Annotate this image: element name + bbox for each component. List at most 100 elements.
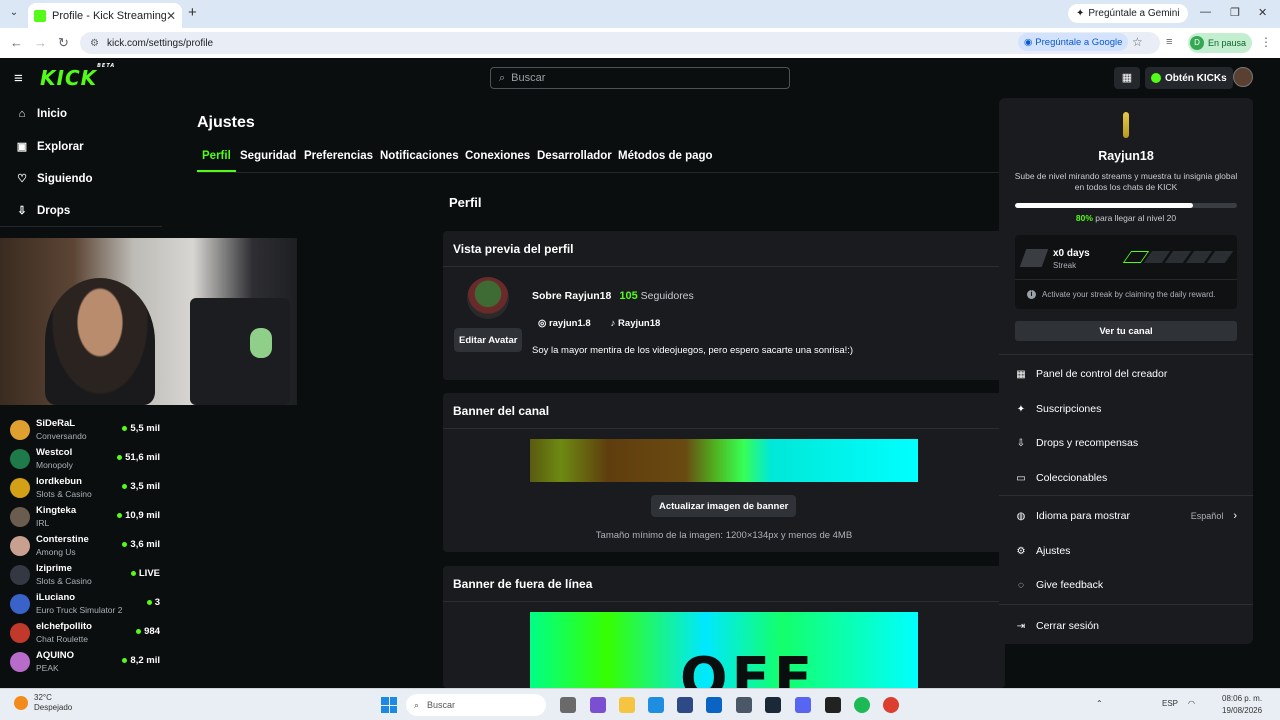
menu-item-feedback[interactable]: ◌ Give feedback — [1015, 579, 1237, 591]
spotify-icon[interactable] — [854, 697, 870, 713]
sidebar-item-label: Drops — [37, 204, 71, 217]
logo-text: KICK — [40, 66, 98, 90]
view-channel-button[interactable]: Ver tu canal — [1015, 321, 1237, 341]
steam-icon[interactable] — [765, 697, 781, 713]
snipping-tool-icon[interactable] — [736, 697, 752, 713]
start-menu-icon[interactable] — [381, 697, 397, 713]
taskbar-search-placeholder: Buscar — [427, 700, 456, 710]
get-kicks-button[interactable]: Obtén KICKs — [1145, 67, 1233, 89]
chrome-icon[interactable] — [883, 697, 899, 713]
browser-toolbar: ← → ↻ ⚙ kick.com/settings/profile ◉ Preg… — [0, 28, 1280, 58]
menu-item-drops[interactable]: ⇩ Drops y recompensas — [1015, 437, 1237, 449]
edge-icon[interactable] — [648, 697, 664, 713]
gemini-button[interactable]: ✦ Pregúntale a Gemini — [1068, 4, 1188, 23]
tab-seguridad[interactable]: Seguridad — [235, 150, 301, 172]
back-icon[interactable]: ← — [10, 35, 23, 50]
tray-overflow-icon[interactable]: ⌃ — [1096, 699, 1103, 708]
wifi-icon[interactable]: ◠ — [1188, 699, 1195, 708]
tab-preferencias[interactable]: Preferencias — [299, 150, 378, 172]
tab-notificaciones[interactable]: Notificaciones — [375, 150, 464, 172]
kick-logo[interactable]: KICKBETA — [40, 63, 115, 90]
hamburger-menu-icon[interactable]: ≡ — [14, 70, 23, 87]
sidebar-item-siguiendo[interactable]: ♡ Siguiendo — [16, 172, 93, 186]
sidebar-item-inicio[interactable]: ⌂ Inicio — [16, 108, 67, 120]
browser-menu-icon[interactable]: ⋮ — [1260, 35, 1272, 49]
media-control-icon[interactable]: ≡ — [1166, 36, 1172, 48]
home-icon: ⌂ — [18, 108, 26, 120]
tab-desarrollador[interactable]: Desarrollador — [532, 150, 617, 172]
recommended-channel[interactable]: AQUINO PEAK 8,2 mil — [10, 648, 160, 677]
channel-name: Conterstine — [36, 534, 89, 545]
streak-segments — [1122, 251, 1234, 263]
sidebar-item-drops[interactable]: ⇩ Drops — [16, 204, 71, 218]
menu-item-logout[interactable]: ⇥ Cerrar sesión — [1015, 620, 1237, 632]
new-tab-icon[interactable]: + — [188, 4, 197, 21]
creator-dashboard-icon[interactable]: ▦ — [1114, 67, 1140, 89]
browser-tab[interactable]: Profile - Kick Streaming ✕ — [28, 3, 182, 28]
profile-button[interactable]: D En pausa — [1188, 33, 1253, 53]
discord-icon[interactable] — [795, 697, 811, 713]
viewer-count: 8,2 mil — [122, 655, 160, 666]
reload-icon[interactable]: ↻ — [58, 35, 69, 51]
address-bar[interactable]: ⚙ kick.com/settings/profile — [80, 32, 1160, 54]
recommended-channel[interactable]: iLuciano Euro Truck Simulator 2 3 — [10, 590, 160, 619]
menu-item-collectibles[interactable]: ▭ Coleccionables — [1015, 472, 1237, 484]
update-banner-button[interactable]: Actualizar imagen de banner — [651, 495, 797, 517]
sidebar-item-explorar[interactable]: ▣ Explorar — [16, 140, 84, 154]
instagram-handle: rayjun1.8 — [548, 318, 591, 329]
menu-item-settings[interactable]: ⚙ Ajustes — [1015, 545, 1237, 557]
recommended-channel[interactable]: SiDeRaL Conversando 5,5 mil — [10, 416, 160, 445]
level-description: Sube de nivel mirando streams y muestra … — [1014, 171, 1238, 192]
search-input[interactable]: ⌕ Buscar — [490, 67, 790, 89]
tab-perfil[interactable]: Perfil — [197, 150, 236, 172]
user-avatar[interactable] — [1233, 67, 1253, 87]
taskbar-clock[interactable]: 08:06 p. m. 19/08/2026 — [1222, 693, 1262, 717]
channel-avatar — [10, 623, 30, 643]
close-tab-icon[interactable]: ✕ — [166, 9, 176, 23]
dropdown-divider — [999, 354, 1253, 355]
level-percent: 80% — [1075, 213, 1093, 223]
tiktok-link[interactable]: ♪ Rayjun18 — [611, 318, 661, 329]
task-view-icon[interactable] — [560, 697, 576, 713]
live-dot — [122, 426, 128, 431]
close-window-icon[interactable]: ✕ — [1258, 6, 1267, 19]
bookmark-star-icon[interactable]: ☆ — [1132, 35, 1143, 49]
menu-item-creator-dashboard[interactable]: ▦ Panel de control del creador — [1015, 368, 1237, 380]
edit-avatar-button[interactable]: Editar Avatar — [454, 328, 523, 352]
outlook-icon[interactable] — [706, 697, 722, 713]
obs-icon[interactable] — [825, 697, 841, 713]
streak-info: i Activate your streak by claiming the d… — [1027, 290, 1215, 299]
recommended-channel[interactable]: Kingteka IRL 10,9 mil — [10, 503, 160, 532]
channel-category: Euro Truck Simulator 2 — [36, 605, 123, 615]
sparkle-icon: ✦ — [1016, 403, 1026, 415]
recommended-channel[interactable]: elchefpollito Chat Roulette 984 — [10, 619, 160, 648]
instagram-link[interactable]: ◎ rayjun1.8 — [538, 318, 591, 329]
menu-item-language[interactable]: ◍ Idioma para mostrar Español › — [1015, 510, 1237, 522]
tab-conexiones[interactable]: Conexiones — [460, 150, 535, 172]
weather-widget[interactable]: 32°C Despejado — [14, 693, 72, 713]
recommended-channel[interactable]: Westcol Monopoly 51,6 mil — [10, 445, 160, 474]
card-heading: Vista previa del perfil — [443, 231, 1005, 267]
recommended-channel[interactable]: Iziprime Slots & Casino LIVE — [10, 561, 160, 590]
keyboard-language[interactable]: ESP — [1162, 699, 1178, 708]
sparkle-icon: ✦ — [1076, 8, 1085, 19]
file-explorer-icon[interactable] — [619, 697, 635, 713]
channel-category: Conversando — [36, 431, 87, 441]
minimize-icon[interactable]: — — [1200, 6, 1211, 18]
tab-search-icon[interactable]: ⌄ — [6, 5, 22, 21]
recommended-channel[interactable]: Conterstine Among Us 3,6 mil — [10, 532, 160, 561]
menu-item-subscriptions[interactable]: ✦ Suscripciones — [1015, 403, 1237, 415]
card-heading: Banner del canal — [443, 393, 1005, 429]
taskbar-search[interactable]: ⌕ Buscar — [406, 694, 546, 716]
store-icon[interactable] — [677, 697, 693, 713]
streak-days: x0 days — [1053, 248, 1090, 259]
ask-google-button[interactable]: ◉ Pregúntale a Google — [1018, 33, 1129, 51]
tab-metodos-de-pago[interactable]: Métodos de pago — [613, 150, 718, 172]
search-icon: ⌕ — [414, 699, 420, 710]
forward-icon[interactable]: → — [34, 35, 47, 50]
copilot-icon[interactable] — [590, 697, 606, 713]
recommended-channel[interactable]: lordkebun Slots & Casino 3,5 mil — [10, 474, 160, 503]
site-info-icon[interactable]: ⚙ — [90, 38, 99, 49]
offline-banner-card: Banner de fuera de línea OFF — [443, 566, 1005, 688]
maximize-icon[interactable]: ❐ — [1230, 6, 1240, 19]
